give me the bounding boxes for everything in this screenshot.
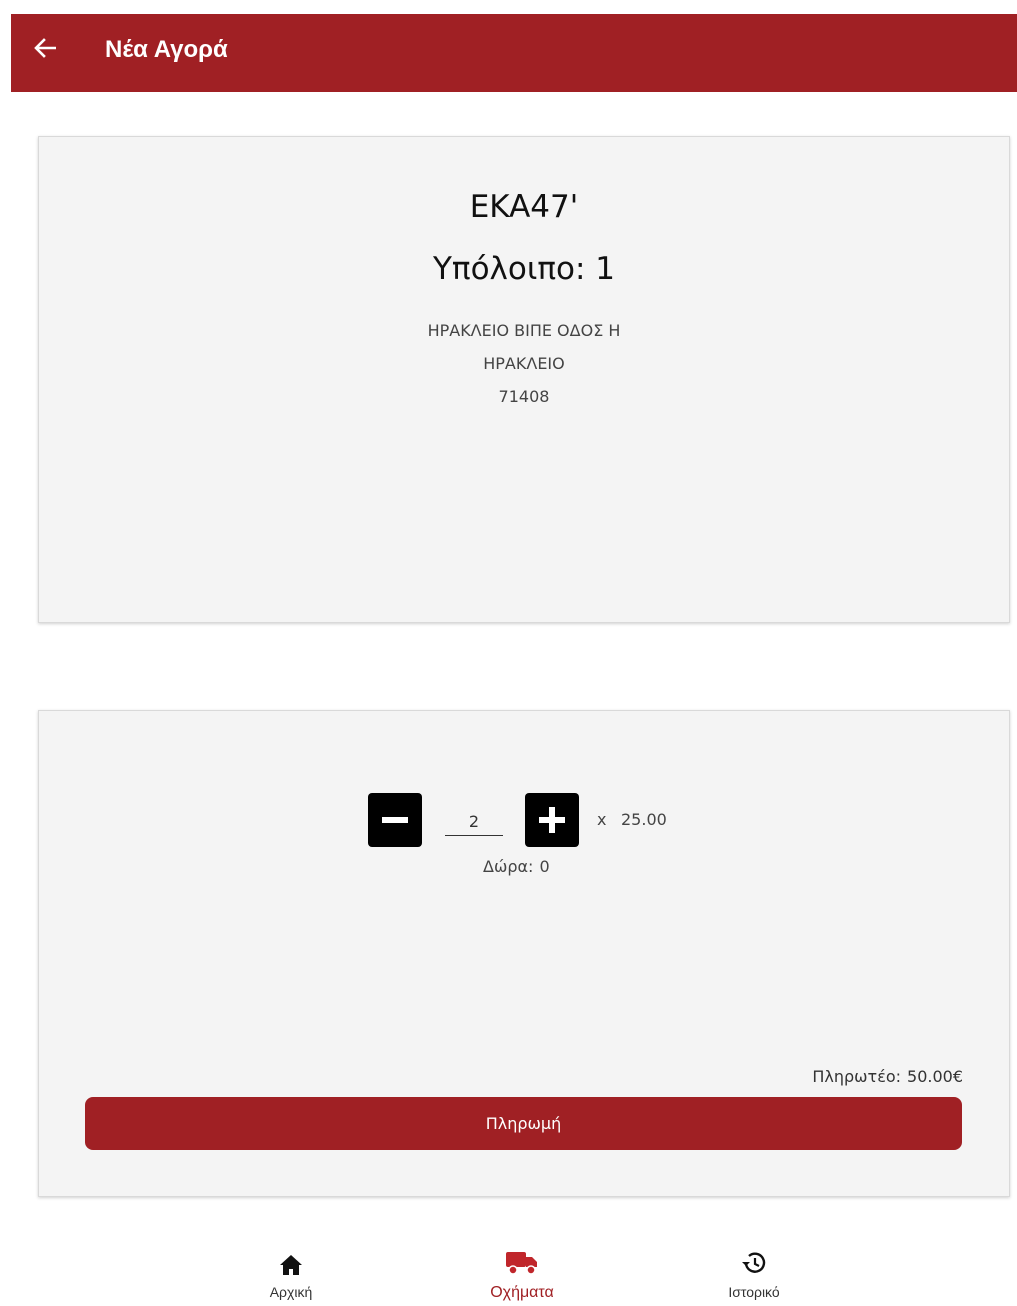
app-bar: Νέα Αγορά [11,14,1017,92]
page-title: Νέα Αγορά [105,36,228,63]
home-icon [280,1255,302,1275]
nav-history[interactable]: Ιστορικό [694,1250,814,1300]
nav-vehicles-label: Οχήματα [490,1284,554,1301]
multiply-sign: x [597,810,607,829]
vehicle-info-card: EKA47' Υπόλοιπο: 1 ΗΡΑΚΛΕΙΟ ΒΙΠΕ ΟΔΟΣ Η … [38,136,1010,623]
nav-vehicles[interactable]: Οχήματα [462,1250,582,1302]
history-icon [742,1252,766,1273]
pay-button[interactable]: Πληρωμή [85,1097,962,1150]
address-line2: ΗΡΑΚΛΕΙΟ [483,354,565,373]
nav-home[interactable]: Αρχική [231,1250,351,1300]
minus-icon [382,817,408,823]
gifts-label: Δώρα: [483,857,534,876]
to-pay-value: 50.00€ [907,1067,963,1086]
vehicle-code: EKA47' [469,189,579,225]
to-pay-label: Πληρωτέο: [812,1067,902,1086]
quantity-input[interactable] [445,807,503,836]
increase-quantity-button[interactable] [525,793,579,847]
balance-text: Υπόλοιπο: 1 [432,251,616,287]
unit-price: 25.00 [621,810,667,829]
postal-code: 71408 [498,387,550,406]
to-pay-row: Πληρωτέο: 50.00€ [806,1067,963,1086]
decrease-quantity-button[interactable] [368,793,422,847]
nav-home-label: Αρχική [269,1284,313,1300]
order-card: x 25.00 Δώρα: 0 Πληρωτέο: 50.00€ Πληρωμή [38,710,1010,1197]
nav-history-label: Ιστορικό [728,1284,780,1300]
truck-icon [506,1252,537,1275]
address-line1: ΗΡΑΚΛΕΙΟ ΒΙΠΕ ΟΔΟΣ Η [427,321,621,340]
gifts-value: 0 [539,857,550,876]
plus-icon [539,807,565,833]
back-button[interactable] [31,34,59,62]
arrow-left-icon [34,38,56,58]
gifts-row: Δώρα: 0 [483,857,556,876]
